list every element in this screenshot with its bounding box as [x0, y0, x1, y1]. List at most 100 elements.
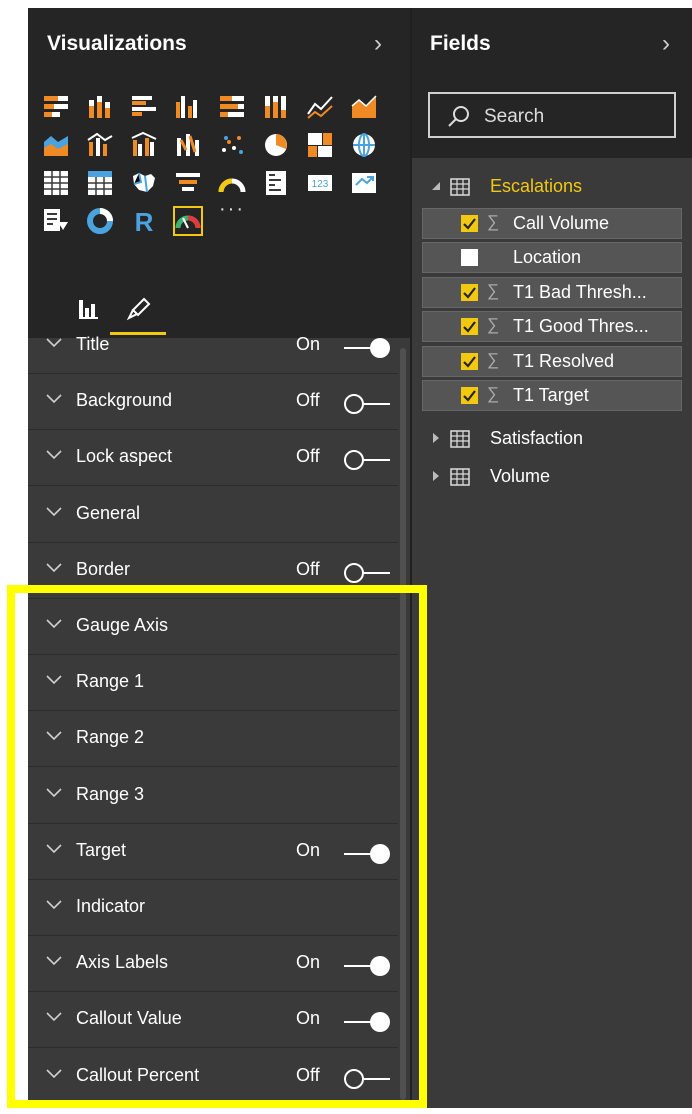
field-label: Location: [513, 247, 582, 268]
toggle-state-label: Off: [296, 1064, 320, 1085]
toggle-state-label: On: [296, 839, 321, 860]
caret-down-icon[interactable]: [430, 180, 442, 192]
clustered-column-chart-icon[interactable]: [173, 92, 203, 122]
table-icon[interactable]: [41, 168, 71, 198]
chevron-down-icon[interactable]: [46, 956, 62, 966]
checkbox-checked[interactable]: [461, 352, 478, 370]
line-and-clustered-column-chart-icon[interactable]: [129, 130, 159, 160]
section-label: Range 3: [76, 783, 145, 804]
format-scrollbar[interactable]: [400, 348, 406, 1100]
toggle-switch-on[interactable]: [342, 842, 392, 866]
format-section-range-1[interactable]: Range 1: [28, 655, 398, 712]
checkbox-checked[interactable]: [461, 283, 478, 301]
treemap-icon[interactable]: [305, 130, 335, 160]
matrix-icon[interactable]: [85, 168, 115, 198]
format-section-border[interactable]: Border Off: [28, 543, 398, 599]
toggle-switch-off[interactable]: [342, 561, 392, 585]
line-and-stacked-column-chart-icon[interactable]: [85, 130, 115, 160]
section-label: Background: [76, 390, 173, 411]
format-section-title[interactable]: Title On: [28, 318, 398, 374]
chevron-down-icon[interactable]: [46, 450, 62, 460]
sigma-icon: ∑: [487, 384, 500, 403]
caret-right-icon[interactable]: [430, 432, 442, 444]
area-chart-icon[interactable]: [349, 92, 379, 122]
donut-chart-icon[interactable]: [85, 206, 115, 236]
field-item[interactable]: ∑ T1 Good Thres...: [422, 311, 682, 343]
section-label: Range 2: [76, 727, 145, 748]
checkbox-unchecked[interactable]: [461, 249, 478, 267]
ribbon-chart-icon[interactable]: [173, 130, 203, 160]
toggle-switch-on[interactable]: [342, 1010, 392, 1034]
format-section-indicator[interactable]: Indicator: [28, 880, 398, 936]
section-label: Gauge Axis: [76, 615, 169, 635]
checkbox-checked[interactable]: [461, 215, 478, 232]
chevron-down-icon[interactable]: [46, 1012, 62, 1022]
collapse-visualizations-icon[interactable]: ›: [374, 32, 382, 56]
stacked-area-chart-icon[interactable]: [41, 130, 71, 160]
chevron-down-icon[interactable]: [46, 507, 62, 517]
more-visuals-icon[interactable]: ···: [219, 198, 245, 221]
field-table-escalations[interactable]: Escalations: [422, 172, 690, 202]
fields-search-input[interactable]: Search: [428, 92, 676, 138]
collapse-fields-icon[interactable]: ›: [662, 32, 670, 56]
field-item[interactable]: Location: [422, 242, 682, 274]
gauge-selected-icon[interactable]: [173, 206, 203, 236]
100-stacked-column-chart-icon[interactable]: [261, 92, 291, 122]
format-section-range-3[interactable]: Range 3: [28, 768, 398, 824]
field-item[interactable]: ∑ T1 Target: [422, 380, 682, 411]
format-section-lock-aspect[interactable]: Lock aspect Off: [28, 430, 398, 487]
toggle-state-label: On: [296, 334, 321, 354]
line-chart-icon[interactable]: [305, 92, 335, 122]
chevron-down-icon[interactable]: [46, 900, 62, 910]
format-section-callout-value[interactable]: Callout Value On: [28, 992, 398, 1049]
field-table-volume[interactable]: Volume: [422, 462, 690, 492]
chevron-down-icon[interactable]: [46, 788, 62, 798]
checkbox-checked[interactable]: [461, 318, 478, 336]
map-icon[interactable]: [349, 130, 379, 160]
chevron-down-icon[interactable]: [46, 731, 62, 741]
format-section-gauge-axis[interactable]: Gauge Axis: [28, 599, 398, 655]
toggle-switch-on[interactable]: [342, 336, 392, 360]
chevron-down-icon[interactable]: [46, 338, 62, 348]
chevron-down-icon[interactable]: [46, 394, 62, 404]
field-table-satisfaction[interactable]: Satisfaction: [422, 424, 690, 454]
funnel-icon[interactable]: [173, 168, 203, 198]
stacked-bar-chart-icon[interactable]: [41, 92, 71, 122]
chevron-down-icon[interactable]: [46, 619, 62, 629]
format-section-axis-labels[interactable]: Axis Labels On: [28, 936, 398, 993]
toggle-switch-off[interactable]: [342, 448, 392, 472]
chevron-down-icon[interactable]: [46, 675, 62, 685]
section-label: Indicator: [76, 896, 146, 916]
filled-map-icon[interactable]: [129, 168, 159, 198]
multi-row-card-icon[interactable]: [261, 168, 291, 198]
gauge-icon[interactable]: [217, 168, 247, 198]
sigma-icon: ∑: [487, 280, 500, 300]
toggle-switch-off[interactable]: [342, 1067, 392, 1091]
chevron-down-icon[interactable]: [46, 1069, 62, 1079]
stacked-column-chart-icon[interactable]: [85, 92, 115, 122]
field-item[interactable]: ∑ T1 Bad Thresh...: [422, 276, 682, 308]
r-script-visual-icon[interactable]: R: [129, 206, 159, 236]
clustered-bar-chart-icon[interactable]: [129, 92, 159, 122]
scatter-chart-icon[interactable]: [217, 130, 247, 160]
format-section-target[interactable]: Target On: [28, 824, 398, 880]
pie-chart-icon[interactable]: [261, 130, 291, 160]
section-label: Lock aspect: [76, 446, 173, 467]
chevron-down-icon[interactable]: [46, 563, 62, 573]
field-item[interactable]: ∑ T1 Resolved: [422, 345, 682, 377]
slicer-icon[interactable]: [41, 206, 71, 236]
format-section-callout-percent[interactable]: Callout Percent Off: [28, 1049, 398, 1105]
format-section-general[interactable]: General: [28, 487, 398, 543]
section-label: General: [76, 502, 141, 523]
field-item[interactable]: ∑ Call Volume: [422, 208, 682, 239]
format-section-background[interactable]: Background Off: [28, 374, 398, 431]
toggle-switch-on[interactable]: [342, 954, 392, 978]
format-section-range-2[interactable]: Range 2: [28, 711, 398, 768]
checkbox-checked[interactable]: [461, 387, 478, 404]
toggle-switch-off[interactable]: [342, 392, 392, 416]
chevron-down-icon[interactable]: [46, 844, 62, 854]
caret-right-icon[interactable]: [430, 470, 442, 482]
card-icon[interactable]: 123: [305, 168, 335, 198]
kpi-icon[interactable]: [349, 168, 379, 198]
100-stacked-bar-chart-icon[interactable]: [217, 92, 247, 122]
